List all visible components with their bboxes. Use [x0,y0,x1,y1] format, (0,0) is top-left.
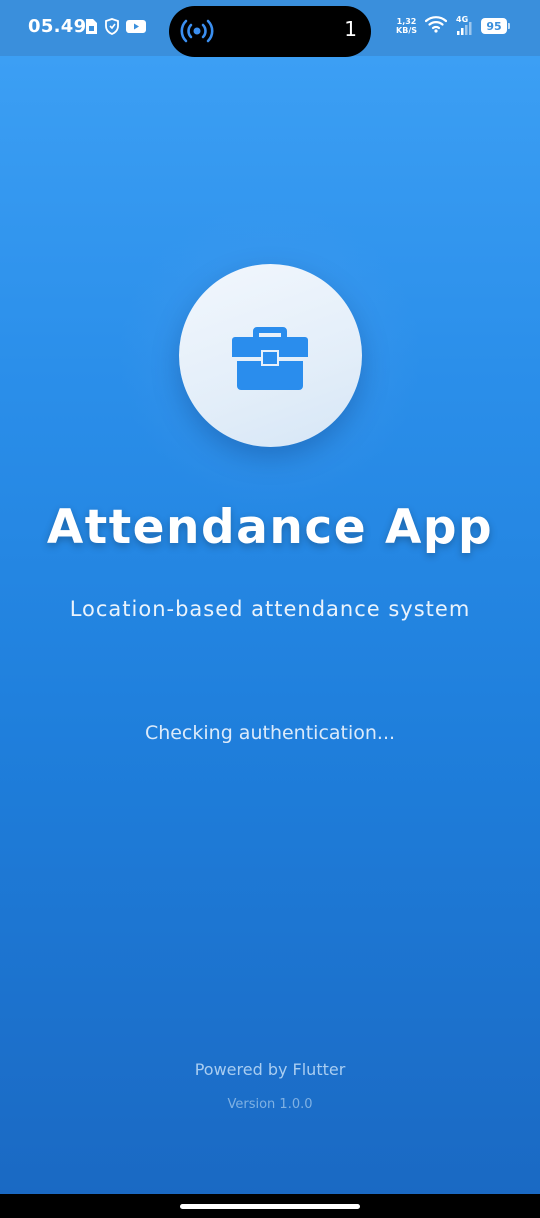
sim-card-icon [84,18,98,39]
version-label: Version 1.0.0 [227,1097,313,1112]
dynamic-island[interactable]: 1 [169,6,371,57]
navigation-bar [0,1194,540,1218]
battery-indicator: 95 [481,18,510,34]
app-logo [179,264,362,447]
status-left-icons [84,18,146,39]
status-right-icons: 1,32 KB/S 4G 95 [396,15,510,37]
battery-tip [508,23,510,29]
status-bar: 05.49 1 1,32 KB/S 4G 95 [0,0,540,57]
cell-signal-icon: 4G [455,15,473,36]
app-title: Attendance App [46,500,494,555]
network-speed-unit: KB/S [396,26,417,35]
briefcase-icon [231,321,309,395]
splash-screen: 05.49 1 1,32 KB/S 4G 95 Attendance App L… [0,0,540,1218]
hand-shield-icon [104,18,120,39]
youtube-icon [126,19,146,38]
wifi-icon [424,15,448,37]
broadcast-icon [179,18,215,48]
loading-status: Checking authentication... [144,722,396,744]
status-time: 05.49 [28,16,87,37]
powered-by-label: Powered by Flutter [194,1060,346,1079]
network-speed-value: 1,32 [396,17,417,26]
app-subtitle: Location-based attendance system [69,597,471,621]
island-count: 1 [344,17,357,41]
network-speed: 1,32 KB/S [396,17,417,35]
battery-level: 95 [481,18,507,34]
home-indicator[interactable] [180,1204,360,1209]
